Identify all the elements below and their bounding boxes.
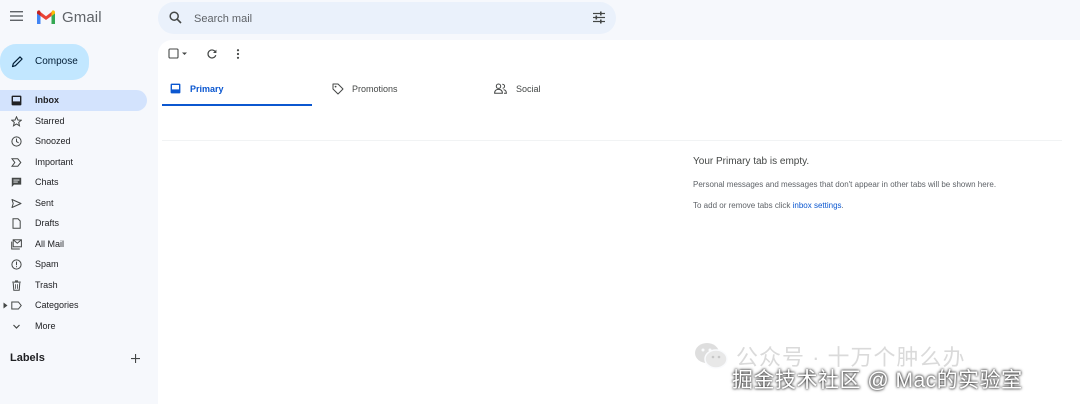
active-tab-indicator <box>162 104 312 106</box>
sidebar-item-label: Important <box>35 156 74 167</box>
hamburger-icon <box>10 11 23 21</box>
search-icon[interactable] <box>169 11 182 24</box>
more-options-button[interactable] <box>232 48 244 60</box>
empty-state-hint: To add or remove tabs click inbox settin… <box>693 201 1073 210</box>
spam-icon <box>11 259 22 270</box>
hint-suffix: . <box>841 201 844 210</box>
category-tabs: Primary Promotions Social <box>162 74 1062 141</box>
tab-label: Promotions <box>352 84 398 94</box>
people-icon <box>494 83 507 94</box>
sidebar-item-more[interactable]: More <box>0 316 147 337</box>
hint-prefix: To add or remove tabs click <box>693 201 791 210</box>
all-mail-icon <box>11 238 22 249</box>
watermark-line-2: 掘金技术社区 @ Mac的实验室 <box>732 369 1023 392</box>
sidebar-item-label: More <box>35 320 56 331</box>
compose-label: Compose <box>35 56 78 67</box>
trash-icon <box>12 279 21 291</box>
search-bar[interactable] <box>158 2 616 36</box>
select-all-checkbox[interactable] <box>168 48 190 60</box>
tab-promotions[interactable]: Promotions <box>324 74 474 106</box>
sidebar-item-categories[interactable]: Categories <box>0 295 147 316</box>
star-icon <box>11 115 22 127</box>
tab-social[interactable]: Social <box>486 74 636 106</box>
clock-icon <box>11 136 22 147</box>
sidebar-item-label: Categories <box>35 300 79 310</box>
gmail-m-icon <box>37 10 55 24</box>
inbox-icon <box>11 95 22 106</box>
app-name: Gmail <box>62 9 102 26</box>
gmail-logo[interactable]: Gmail <box>36 9 102 26</box>
chat-icon <box>11 177 22 187</box>
sidebar-item-label: Inbox <box>35 95 59 105</box>
sidebar-item-important[interactable]: Important <box>0 152 147 173</box>
caret-right-icon[interactable] <box>3 302 8 309</box>
pencil-icon <box>11 56 23 68</box>
tag-icon <box>332 83 344 95</box>
label-icon <box>11 301 22 310</box>
tab-primary[interactable]: Primary <box>162 74 312 106</box>
sidebar-item-snoozed[interactable]: Snoozed <box>0 131 147 152</box>
sidebar-item-spam[interactable]: Spam <box>0 254 147 275</box>
sidebar-nav: Inbox Starred Snoozed Important Chats Se… <box>0 90 150 336</box>
sidebar-item-all-mail[interactable]: All Mail <box>0 234 147 255</box>
wechat-icon <box>695 343 728 369</box>
important-icon <box>11 157 22 167</box>
sidebar-item-trash[interactable]: Trash <box>0 275 147 296</box>
tab-label: Primary <box>190 84 224 94</box>
sidebar-item-label: Drafts <box>35 218 60 228</box>
main-menu-button[interactable] <box>10 10 26 26</box>
sidebar-item-sent[interactable]: Sent <box>0 193 147 214</box>
refresh-button[interactable] <box>206 48 218 60</box>
sidebar-item-label: Trash <box>35 279 58 290</box>
plus-icon[interactable] <box>130 353 141 364</box>
sidebar-item-chats[interactable]: Chats <box>0 172 147 193</box>
search-options-icon[interactable] <box>592 11 606 24</box>
sidebar-item-label: All Mail <box>35 238 65 249</box>
checkbox-icon <box>168 48 187 59</box>
tab-label: Social <box>516 84 541 94</box>
inbox-icon <box>170 83 181 94</box>
search-input[interactable] <box>192 2 576 36</box>
sidebar-item-label: Chats <box>35 177 59 187</box>
compose-button[interactable]: Compose <box>0 44 89 80</box>
sidebar-item-starred[interactable]: Starred <box>0 111 147 132</box>
empty-state: Your Primary tab is empty. Personal mess… <box>693 156 1073 210</box>
more-vert-icon <box>236 49 240 59</box>
send-icon <box>11 198 22 208</box>
tabs-divider <box>162 140 1062 141</box>
sidebar-item-drafts[interactable]: Drafts <box>0 213 147 234</box>
inbox-settings-link[interactable]: inbox settings <box>793 201 842 210</box>
chevron-down-icon <box>13 324 20 329</box>
labels-heading: Labels <box>10 352 45 364</box>
empty-state-description: Personal messages and messages that don'… <box>693 180 997 189</box>
refresh-icon <box>207 49 217 59</box>
draft-icon <box>12 218 21 229</box>
sidebar-item-label: Spam <box>35 259 59 269</box>
sidebar-item-label: Sent <box>35 197 54 208</box>
sidebar-item-inbox[interactable]: Inbox <box>0 90 147 111</box>
empty-state-title: Your Primary tab is empty. <box>693 156 810 167</box>
sidebar-item-label: Starred <box>35 115 65 126</box>
sidebar-item-label: Snoozed <box>35 136 71 146</box>
